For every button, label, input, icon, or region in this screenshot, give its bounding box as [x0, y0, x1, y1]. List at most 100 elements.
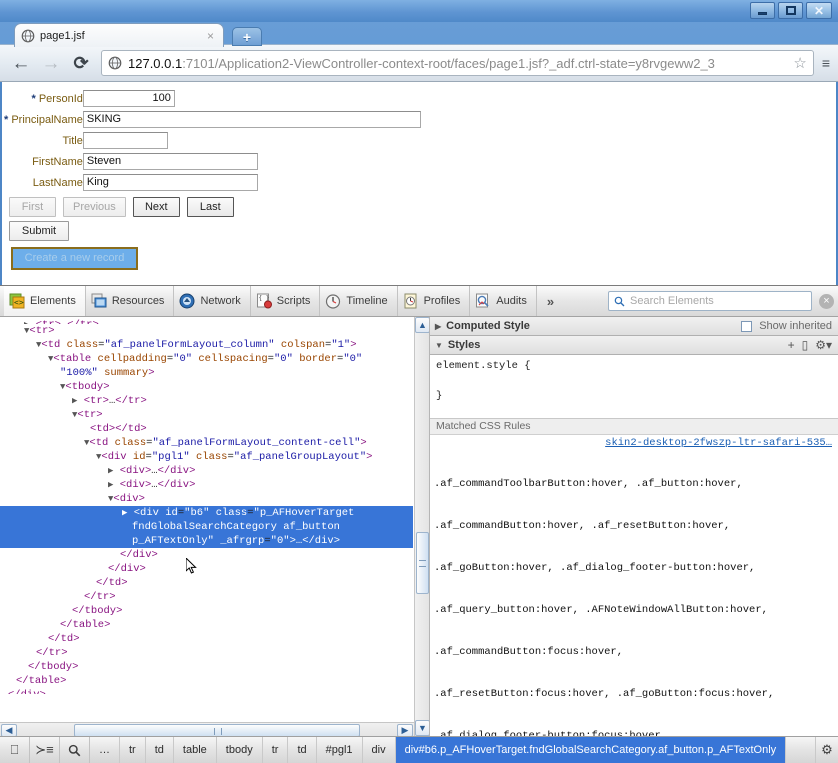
devtools-tab-scripts[interactable]: { } Scripts — [251, 286, 321, 316]
rule-source-link[interactable]: skin2-desktop-2fwszp-ltr-safari-535… — [430, 435, 838, 449]
devtools-tab-elements[interactable]: <> Elements — [4, 286, 86, 316]
back-icon[interactable]: ← — [8, 50, 34, 76]
maximize-button[interactable] — [778, 2, 803, 19]
dom-horizontal-scrollbar[interactable]: ◀ ▶ — [0, 722, 414, 737]
css-selector: .af_resetButton:focus:hover, .af_goButto… — [434, 688, 775, 700]
dom-line: </tr> — [84, 591, 116, 603]
dom-line: </td> — [48, 633, 80, 645]
browser-window: ✕ page1.jsf × + ← → ⟳ 127.0.0.1:7101/App… — [0, 0, 838, 763]
dom-line[interactable]: ▼<tbody> — [60, 380, 414, 394]
breadcrumb-item[interactable]: tbody — [217, 737, 263, 763]
last-button[interactable]: Last — [186, 197, 234, 217]
bookmark-star-icon[interactable]: ☆ — [793, 54, 806, 72]
dom-line[interactable]: ▼<tr> — [72, 408, 414, 422]
breadcrumb-item[interactable]: #pgl1 — [317, 737, 363, 763]
field-label-principalname: * PrincipalName — [4, 109, 83, 130]
devtools-tab-profiles[interactable]: Profiles — [398, 286, 471, 316]
devtools-overflow-icon[interactable]: » — [537, 294, 564, 309]
breadcrumb-item[interactable]: td — [288, 737, 317, 763]
breadcrumb-item[interactable]: table — [174, 737, 217, 763]
element-state-icon[interactable]: ▯ — [802, 338, 809, 352]
devtools-tab-label: Audits — [496, 295, 527, 307]
label-text: PrincipalName — [11, 113, 83, 126]
computed-style-label: Computed Style — [446, 320, 530, 332]
breadcrumb-ellipsis[interactable]: … — [90, 737, 120, 763]
dom-line[interactable]: ▼<div> — [108, 492, 414, 506]
dom-line[interactable]: ▶ <div>…</div> — [108, 464, 414, 478]
dom-line[interactable]: ▼<tr> — [24, 324, 414, 338]
search-icon[interactable] — [60, 737, 90, 763]
url-rest: :7101/Application2-ViewController-contex… — [182, 55, 715, 71]
scroll-up-icon[interactable]: ▲ — [415, 317, 429, 333]
vertical-scroll-thumb[interactable] — [416, 532, 429, 594]
next-button[interactable]: Next — [132, 197, 180, 217]
page-viewport: * PersonId 100 * PrincipalName SKING Tit… — [0, 82, 838, 287]
firstname-input[interactable]: Steven — [82, 153, 258, 170]
url-host: 127.0.0.1 — [128, 55, 183, 71]
minimize-button[interactable] — [750, 2, 775, 19]
devtools-tab-timeline[interactable]: Timeline — [320, 286, 398, 316]
show-inherited-checkbox[interactable] — [741, 320, 753, 332]
dom-line[interactable]: ▼<td class="af_panelFormLayout_content-c… — [84, 436, 414, 450]
dom-line[interactable]: <td></td> — [90, 422, 414, 436]
add-rule-icon[interactable]: + — [788, 338, 795, 352]
previous-button[interactable]: Previous — [63, 197, 126, 217]
forward-icon[interactable]: → — [38, 50, 64, 76]
principalname-input[interactable]: SKING — [82, 111, 421, 128]
computed-style-header[interactable]: ▶ Computed Style Show inherited — [430, 317, 838, 336]
dom-line: </tbody> — [28, 661, 79, 673]
gear-icon[interactable]: ⚙ — [816, 737, 838, 763]
dom-line: </tr> — [36, 647, 68, 659]
dom-tree[interactable]: ▶ <tr>…</tr> ▼<tr> ▼<td class="af_panelF… — [0, 317, 414, 736]
dom-line[interactable]: ▶ <tr>…</tr> — [72, 394, 414, 408]
dom-line[interactable]: ▼<div id="pgl1" class="af_panelGroupLayo… — [96, 450, 414, 464]
search-elements-field[interactable]: Search Elements — [608, 291, 812, 311]
title-input[interactable] — [82, 132, 168, 149]
scroll-down-icon[interactable]: ▼ — [415, 720, 429, 736]
devtools-tab-network[interactable]: Network — [174, 286, 251, 316]
new-tab-button[interactable]: + — [232, 27, 262, 46]
field-label-firstname: FirstName — [4, 151, 83, 172]
horizontal-scroll-thumb[interactable] — [74, 723, 360, 737]
scroll-right-icon[interactable]: ▶ — [397, 723, 413, 737]
form-row: Title — [4, 130, 421, 151]
reload-icon[interactable]: ⟳ — [68, 50, 94, 76]
dom-line[interactable]: ▶ <div>…</div> — [108, 478, 414, 492]
dom-vertical-scrollbar[interactable]: ▲ ▼ — [414, 317, 429, 736]
styles-header[interactable]: ▼ Styles + ▯ ⚙​▾ — [430, 336, 838, 355]
console-prompt-icon[interactable]: ≻≡ — [30, 737, 60, 763]
devtools-tab-audits[interactable]: Audits — [470, 286, 537, 316]
breadcrumb-item[interactable]: tr — [120, 737, 146, 763]
scroll-left-icon[interactable]: ◀ — [1, 723, 17, 737]
submit-row: Submit — [9, 221, 836, 241]
browser-tab[interactable]: page1.jsf × — [14, 23, 224, 47]
create-new-record-button[interactable]: Create a new record — [11, 247, 138, 270]
devtools-tab-label: Network — [200, 295, 241, 307]
breadcrumb-item[interactable]: div — [363, 737, 396, 763]
devtools-tab-resources[interactable]: Resources — [86, 286, 175, 316]
devtools-close-icon[interactable]: × — [819, 294, 834, 309]
first-button[interactable]: First — [9, 197, 56, 217]
dom-line-selected[interactable]: ▶ <div id="b6" class="p_AFHoverTarget fn… — [0, 506, 413, 548]
address-bar[interactable]: 127.0.0.1:7101/Application2-ViewControll… — [101, 50, 814, 76]
menu-wrench-icon[interactable]: ≡ — [818, 55, 830, 71]
gear-icon[interactable]: ⚙​▾ — [815, 338, 832, 352]
devtools-tab-label: Profiles — [423, 295, 461, 307]
breadcrumb-item[interactable]: td — [146, 737, 174, 763]
breadcrumb-item[interactable]: tr — [263, 737, 289, 763]
record-nav-buttons: First Previous Next Last — [9, 197, 836, 217]
dom-line[interactable]: ▼<table cellpadding="0" cellspacing="0" … — [48, 352, 414, 366]
dock-icon[interactable]: ⎕ — [0, 737, 30, 763]
personid-input[interactable]: 100 — [82, 90, 175, 107]
submit-button[interactable]: Submit — [9, 221, 69, 241]
dom-line[interactable]: ▼<td class="af_panelFormLayout_column" c… — [36, 338, 414, 352]
tab-close-icon[interactable]: × — [204, 30, 217, 42]
css-selector: .af_commandButton:focus:hover, — [434, 646, 624, 658]
dom-tree-pane: ▶ <tr>…</tr> ▼<tr> ▼<td class="af_panelF… — [0, 317, 430, 763]
breadcrumb-item-active[interactable]: div#b6.p_AFHoverTarget.fndGlobalSearchCa… — [395, 737, 787, 763]
search-glass-icon — [68, 744, 81, 756]
globe-icon — [108, 56, 122, 70]
close-button[interactable]: ✕ — [806, 2, 832, 19]
lastname-input[interactable]: King — [82, 174, 258, 191]
element-style-block[interactable]: element.style { } — [430, 355, 838, 419]
